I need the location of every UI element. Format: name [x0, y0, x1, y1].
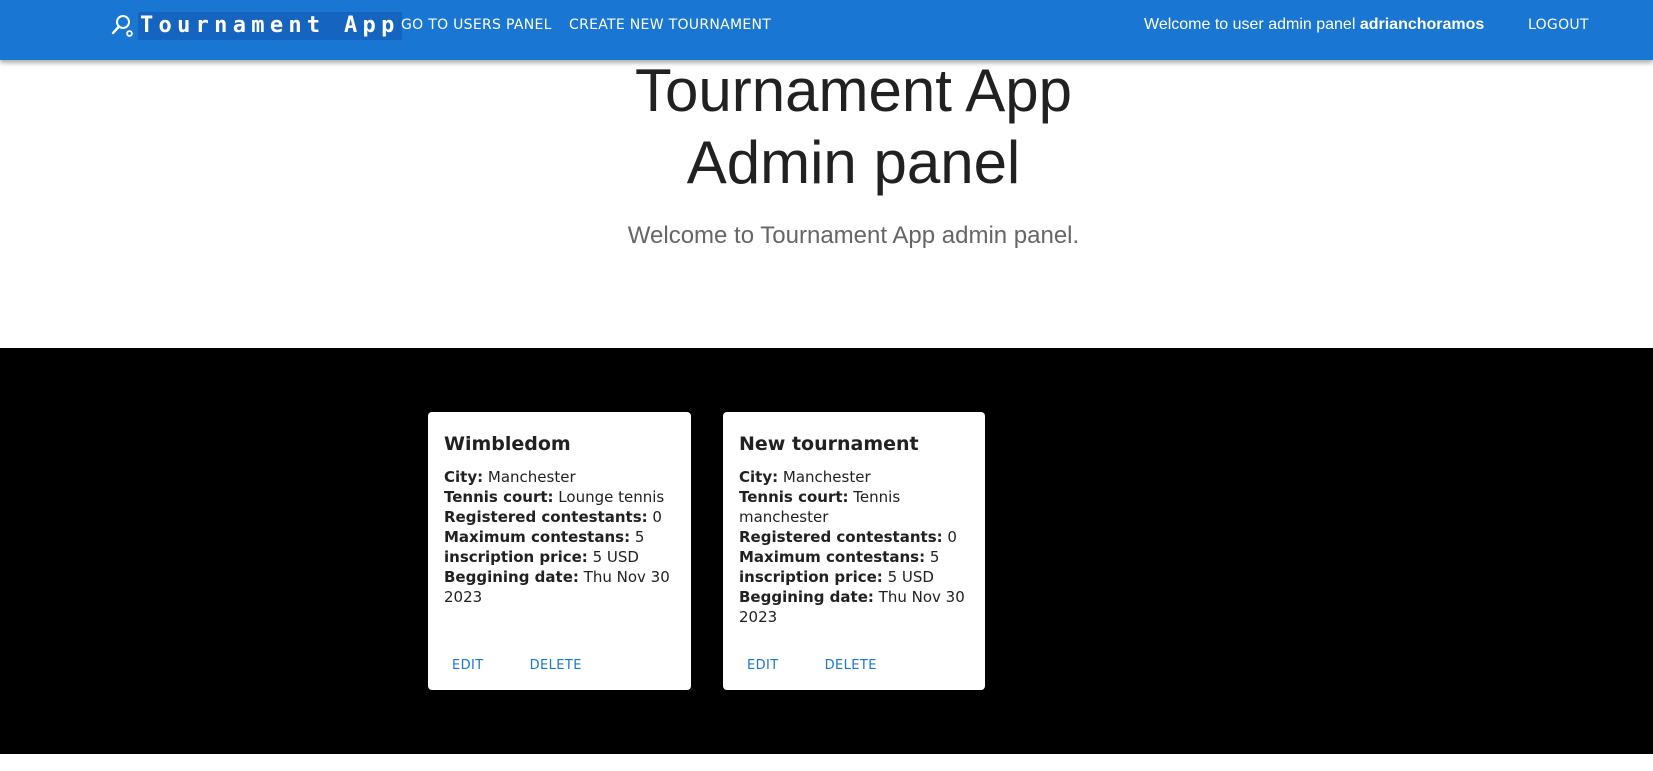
label-date: Beggining date: — [739, 588, 874, 606]
detail-price: inscription price: 5 USD — [444, 547, 677, 567]
label-date: Beggining date: — [444, 568, 579, 586]
tournament-card: Wimbledom City: Manchester Tennis court:… — [428, 412, 691, 690]
welcome-message: Welcome to user admin panel adrianchoram… — [1144, 16, 1484, 34]
card-actions: EDIT DELETE — [739, 658, 885, 674]
label-court: Tennis court: — [739, 488, 849, 506]
value-price: 5 USD — [592, 548, 639, 566]
detail-registered: Registered contestants: 0 — [444, 507, 677, 527]
detail-maximum: Maximum contestans: 5 — [739, 547, 971, 567]
brand[interactable]: Tournament App — [110, 11, 402, 41]
tournament-details: City: Manchester Tennis court: Lounge te… — [444, 467, 677, 607]
tournament-name: New tournament — [739, 433, 919, 455]
logout-button[interactable]: LOGOUT — [1528, 17, 1589, 33]
delete-button[interactable]: DELETE — [522, 658, 590, 674]
label-court: Tennis court: — [444, 488, 554, 506]
racket-icon — [110, 14, 134, 38]
brand-title: Tournament App — [138, 12, 402, 40]
detail-price: inscription price: 5 USD — [739, 567, 971, 587]
value-city: Manchester — [782, 468, 871, 486]
label-registered: Registered contestants: — [739, 528, 943, 546]
label-registered: Registered contestants: — [444, 508, 648, 526]
value-city: Manchester — [487, 468, 576, 486]
label-city: City: — [444, 468, 484, 486]
edit-button[interactable]: EDIT — [739, 658, 787, 674]
detail-court: Tennis court: Tennis manchester — [739, 487, 971, 527]
title-line-2: Admin panel — [686, 129, 1021, 196]
detail-registered: Registered contestants: 0 — [739, 527, 971, 547]
detail-city: City: Manchester — [739, 467, 971, 487]
detail-maximum: Maximum contestans: 5 — [444, 527, 677, 547]
label-price: inscription price: — [739, 568, 883, 586]
edit-button[interactable]: EDIT — [444, 658, 492, 674]
username: adrianchoramos — [1359, 16, 1485, 33]
value-maximum: 5 — [634, 528, 645, 546]
page-subtitle: Welcome to Tournament App admin panel. — [627, 222, 1080, 249]
title-line-1: Tournament App — [635, 57, 1072, 124]
tournament-name: Wimbledom — [444, 433, 571, 455]
value-maximum: 5 — [929, 548, 940, 566]
detail-date: Beggining date: Thu Nov 30 2023 — [444, 567, 677, 607]
value-registered: 0 — [947, 528, 957, 546]
value-price: 5 USD — [887, 568, 934, 586]
tournaments-section: Wimbledom City: Manchester Tennis court:… — [0, 348, 1653, 754]
detail-city: City: Manchester — [444, 467, 677, 487]
tournament-card: New tournament City: Manchester Tennis c… — [723, 412, 985, 690]
label-maximum: Maximum contestans: — [444, 528, 631, 546]
app-bar: Tournament App GO TO USERS PANEL CREATE … — [0, 0, 1653, 60]
page-title: Tournament App Admin panel — [0, 55, 1653, 199]
tournament-details: City: Manchester Tennis court: Tennis ma… — [739, 467, 971, 627]
detail-date: Beggining date: Thu Nov 30 2023 — [739, 587, 971, 627]
nav-users-panel[interactable]: GO TO USERS PANEL — [401, 17, 552, 33]
card-actions: EDIT DELETE — [444, 658, 590, 674]
welcome-text: Welcome to user admin panel — [1144, 16, 1356, 33]
delete-button[interactable]: DELETE — [817, 658, 885, 674]
value-registered: 0 — [652, 508, 662, 526]
value-court: Lounge tennis — [558, 488, 665, 506]
nav-create-tournament[interactable]: CREATE NEW TOURNAMENT — [569, 17, 771, 33]
label-city: City: — [739, 468, 779, 486]
label-maximum: Maximum contestans: — [739, 548, 926, 566]
label-price: inscription price: — [444, 548, 588, 566]
detail-court: Tennis court: Lounge tennis — [444, 487, 677, 507]
